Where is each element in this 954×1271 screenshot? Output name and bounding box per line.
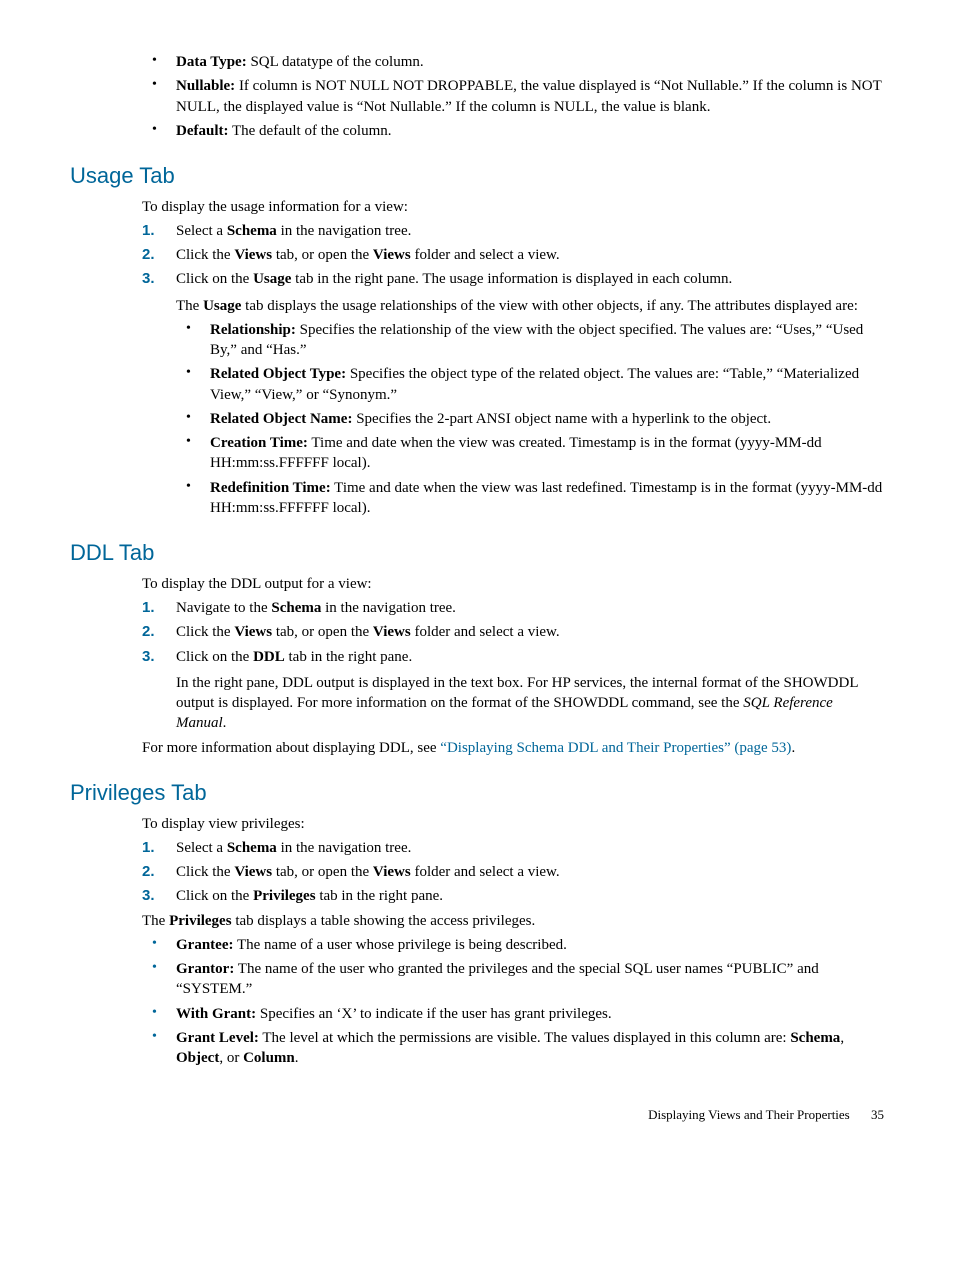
list-item: Nullable: If column is NOT NULL NOT DROP… [142,76,884,117]
page-footer: Displaying Views and Their Properties 35 [70,1106,884,1124]
privileges-attrs-list: Grantee: The name of a user whose privil… [142,935,884,1069]
usage-intro: To display the usage information for a v… [142,197,884,217]
privileges-after-paragraph: The Privileges tab displays a table show… [142,911,884,931]
list-item: Related Object Type: Specifies the objec… [176,364,884,405]
step-item: Click on the Usage tab in the right pane… [142,269,884,518]
footer-title: Displaying Views and Their Properties [648,1107,850,1122]
ddl-step3-paragraph: In the right pane, DDL output is display… [176,673,884,734]
list-item: Grantor: The name of the user who grante… [142,959,884,1000]
usage-steps: Select a Schema in the navigation tree. … [142,221,884,518]
ddl-body: To display the DDL output for a view: Na… [142,574,884,758]
list-item: Data Type: SQL datatype of the column. [142,52,884,72]
step-item: Select a Schema in the navigation tree. [142,221,884,241]
step-item: Click on the Privileges tab in the right… [142,886,884,906]
privileges-steps: Select a Schema in the navigation tree. … [142,838,884,907]
ddl-intro: To display the DDL output for a view: [142,574,884,594]
list-item: Redefinition Time: Time and date when th… [176,478,884,519]
list-item: Creation Time: Time and date when the vi… [176,433,884,474]
desc: SQL datatype of the column. [247,54,424,70]
privileges-body: To display view privileges: Select a Sch… [142,814,884,1069]
step-item: Select a Schema in the navigation tree. [142,838,884,858]
ddl-after-paragraph: For more information about displaying DD… [142,738,884,758]
top-bullets-list: Data Type: SQL datatype of the column. N… [142,52,884,141]
term: Data Type: [176,54,247,70]
list-item: With Grant: Specifies an ‘X’ to indicate… [142,1004,884,1024]
desc: If column is NOT NULL NOT DROPPABLE, the… [176,78,882,114]
desc: The default of the column. [229,123,392,139]
usage-tab-heading: Usage Tab [70,161,884,191]
step-item: Click the Views tab, or open the Views f… [142,622,884,642]
top-bullets-block: Data Type: SQL datatype of the column. N… [142,52,884,141]
list-item: Grant Level: The level at which the perm… [142,1028,884,1069]
step-item: Click on the DDL tab in the right pane. … [142,647,884,734]
displaying-schema-ddl-link[interactable]: “Displaying Schema DDL and Their Propert… [440,740,791,756]
term: Nullable: [176,78,235,94]
step-item: Click the Views tab, or open the Views f… [142,245,884,265]
usage-body: To display the usage information for a v… [142,197,884,519]
privileges-intro: To display view privileges: [142,814,884,834]
list-item: Default: The default of the column. [142,121,884,141]
list-item: Related Object Name: Specifies the 2-par… [176,409,884,429]
list-item: Grantee: The name of a user whose privil… [142,935,884,955]
page-number: 35 [871,1107,884,1122]
ddl-steps: Navigate to the Schema in the navigation… [142,598,884,734]
privileges-tab-heading: Privileges Tab [70,778,884,808]
term: Default: [176,123,229,139]
step-item: Click the Views tab, or open the Views f… [142,862,884,882]
usage-attrs-list: Relationship: Specifies the relationship… [176,320,884,518]
step-item: Navigate to the Schema in the navigation… [142,598,884,618]
ddl-tab-heading: DDL Tab [70,538,884,568]
usage-step3-paragraph: The Usage tab displays the usage relatio… [176,296,884,316]
list-item: Relationship: Specifies the relationship… [176,320,884,361]
